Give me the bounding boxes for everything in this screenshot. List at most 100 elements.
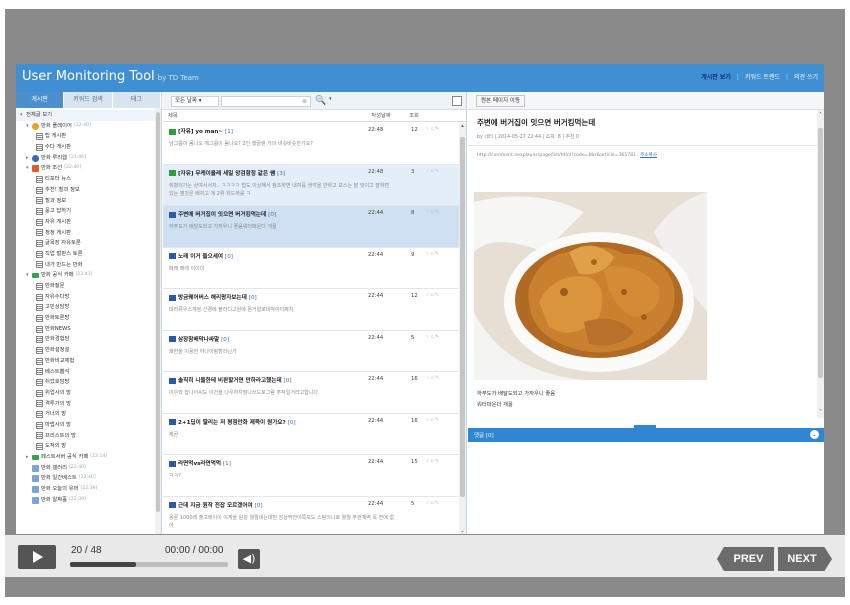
post-row-action-icons[interactable]: ☆▫✎: [425, 126, 440, 132]
post-row[interactable]: 라면먹vs라면먹먹 [1] ㅋㅋ? 22:44 15 ☆▫✎: [163, 455, 460, 497]
sidebar-tree-item[interactable]: 티포터 뉴스: [16, 174, 161, 185]
post-row-title[interactable]: 삼장참배막나싸말 [0]: [169, 335, 355, 343]
detail-scroll-down-icon[interactable]: ˅: [817, 409, 824, 416]
post-row-title[interactable]: [자유] yo man~ [1]: [169, 127, 355, 135]
link-feedback[interactable]: 의견 쓰기: [794, 74, 818, 81]
sidebar-tree-item[interactable]: ▾ 만화 플레이어 [22:40]: [16, 121, 161, 132]
post-row[interactable]: [자유] 무케이올레 세일 앙검함정 같은 쌤 [3] 취향의가는 상여서서지..…: [163, 164, 460, 206]
post-row-action-icons[interactable]: ☆▫✎: [425, 458, 440, 464]
next-button[interactable]: NEXT: [778, 547, 832, 571]
progress-bar[interactable]: [70, 562, 228, 567]
post-row[interactable]: 방금웨어버스 해리왕자보는데 [0] 데리류우스게정 신경에 블라디고원에 몬거알…: [163, 289, 460, 331]
detail-scroll-thumb[interactable]: [818, 128, 823, 378]
sidebar-tree-item[interactable]: 추천! 힐과 정보: [16, 185, 161, 196]
sidebar-tree-item[interactable]: 직업 벌판스 토론: [16, 249, 161, 260]
sidebar-tree-item[interactable]: 만화 갤러리 [22:40]: [16, 463, 161, 474]
expand-icon[interactable]: [452, 96, 462, 106]
tab-tags[interactable]: 태그: [112, 92, 161, 108]
post-row-title[interactable]: 라면먹vs라면먹먹 [1]: [169, 459, 355, 467]
post-row[interactable]: 근데 지금 원작 전잡 모르겠어여 [0] 몽론 1000레 출고레이이 이게을 …: [163, 497, 460, 535]
sidebar-tree-item[interactable]: ▸ 페스트서버 공식 카페 [22:14]: [16, 452, 161, 463]
search-input[interactable]: ⊗: [221, 96, 311, 107]
post-row-action-icons[interactable]: ☆▫✎: [425, 375, 440, 381]
post-row-title[interactable]: 2+1딥이 딸리는 저 평점만화 제목이 뭔가요? [0]: [169, 418, 355, 426]
sidebar-tree-item[interactable]: 쉬었호암방: [16, 377, 161, 388]
sidebar-tree-item[interactable]: 정정 게시판: [16, 228, 161, 239]
post-row[interactable]: 삼장참배막나싸말 [0] 왜한을 이용한 하나이링할라닌가 22:44 5 ☆▫✎: [163, 331, 460, 372]
sidebar-tree-item[interactable]: 내가 만드는 만화: [16, 260, 161, 271]
list-scroll-thumb[interactable]: [460, 137, 465, 497]
post-row[interactable]: [자유] yo man~ [1] 님그룹이 몸나오 에그룹이 몸나요? 2인 행골…: [163, 123, 460, 165]
link-keyword-trend[interactable]: 키워드 트렌드: [745, 74, 780, 81]
sidebar-tree-item[interactable]: 마법사의 방: [16, 420, 161, 431]
sidebar-tree-item[interactable]: 위업사의 방: [16, 388, 161, 399]
sidebar-tree-item[interactable]: 고민상담방: [16, 302, 161, 313]
post-row-title[interactable]: 주변에 버거집이 잇으면 버거킹먹는데 [0]: [169, 210, 355, 218]
sidebar-tree-item[interactable]: 묻고 답하기: [16, 206, 161, 217]
tab-boards[interactable]: 게시판: [16, 92, 65, 108]
search-icon[interactable]: 🔍: [315, 94, 329, 108]
sidebar-tree-item[interactable]: 힐과 정보: [16, 196, 161, 207]
sidebar-tree-item[interactable]: 만화 알짜홀 [22:39]: [16, 495, 161, 506]
sidebar-tree-item[interactable]: 만화NEWS: [16, 324, 161, 335]
sidebar-tree-item[interactable]: ▾ 만화 공식 카페 [22:41]: [16, 270, 161, 281]
scroll-up-icon[interactable]: ▴: [459, 123, 466, 129]
post-row-title[interactable]: 노래 이거 들으세여 [0]: [169, 252, 355, 260]
scroll-down-icon[interactable]: ⌄: [459, 528, 466, 534]
sidebar-tree-item[interactable]: ▾ 만화 조선 [22:40]: [16, 163, 161, 174]
post-row-title[interactable]: 솔직히 니들한테 비판할거면 만하라고했는데 [0]: [169, 376, 355, 384]
post-url-text[interactable]: http://comment.nexplay.kr/page/list/html…: [477, 153, 636, 158]
sidebar-tree-item[interactable]: 글목장 자유토론: [16, 238, 161, 249]
sidebar-tree-item[interactable]: 만화경험담: [16, 334, 161, 345]
post-row-action-icons[interactable]: ☆▫✎: [425, 417, 440, 423]
sidebar-scrollbar[interactable]: [155, 108, 161, 534]
sidebar-tree-item[interactable]: 도적의 방: [16, 441, 161, 452]
sidebar-tree-item[interactable]: 만화 오늘의 유머 [22:39]: [16, 484, 161, 495]
open-original-button[interactable]: 원본 페이지 이동: [476, 95, 525, 107]
sidebar-tree-item[interactable]: 만화토론방: [16, 313, 161, 324]
tab-keyword-search[interactable]: 키워드 검색: [64, 92, 113, 108]
post-row[interactable]: 주변에 버거집이 잇으면 버거킹먹는데 [0] 하푸도가 배달도되고 가까우니 좋…: [163, 206, 460, 248]
post-row-title[interactable]: [자유] 무케이올레 세일 앙검함정 같은 쌤 [3]: [169, 169, 355, 177]
comments-toggle-icon[interactable]: ⌄: [810, 430, 819, 439]
sidebar-tree-item[interactable]: 만화질문: [16, 281, 161, 292]
sidebar-tree-item[interactable]: 만화설정설: [16, 345, 161, 356]
sidebar-tree-item[interactable]: 프리스트의 방: [16, 431, 161, 442]
copy-url-link[interactable]: 주소복사: [640, 153, 657, 158]
post-row[interactable]: 솔직히 니들한테 비판할거면 만하라고했는데 [0] 이우와 잡나이씨도 이건을 …: [163, 372, 460, 414]
comments-bar[interactable]: 댓글 [0] ⌄: [468, 428, 824, 442]
date-filter-select[interactable]: 모든 날짜 ▾: [171, 96, 219, 107]
post-row[interactable]: 노래 이거 들으세여 [0] 페레 페레 이이이 22:44 9 ☆▫✎: [163, 248, 460, 289]
sidebar-tree-item[interactable]: 만화비교체험: [16, 356, 161, 367]
sidebar-tree-item[interactable]: 격투가의 방: [16, 399, 161, 410]
sidebar-scroll-thumb[interactable]: [156, 112, 160, 512]
header-views[interactable]: 조회: [403, 110, 425, 121]
sidebar-tree-item[interactable]: 수다 게시판: [16, 142, 161, 153]
sidebar-tree-item[interactable]: 자유 게시판: [16, 217, 161, 228]
prev-button[interactable]: PREV: [717, 547, 774, 571]
sidebar-tree-item[interactable]: 베스트뽑석: [16, 367, 161, 378]
post-row-title[interactable]: 방금웨어버스 해리왕자보는데 [0]: [169, 293, 355, 301]
volume-icon[interactable]: ◀): [238, 549, 260, 569]
post-row-action-icons[interactable]: ☆▫✎: [425, 334, 440, 340]
post-row-title[interactable]: 근데 지금 원작 전잡 모르겠어여 [0]: [169, 501, 355, 509]
detail-scroll-up-icon[interactable]: ˄: [817, 112, 824, 119]
sidebar-tree-item[interactable]: ▾ 전체글 보기: [16, 110, 161, 121]
sidebar-tree-item[interactable]: 거너의 방: [16, 409, 161, 420]
search-options-chevron-icon[interactable]: ▾: [329, 96, 332, 102]
post-row-action-icons[interactable]: ☆▫✎: [425, 292, 440, 298]
play-button[interactable]: [18, 545, 56, 569]
post-row-action-icons[interactable]: ☆▫✎: [425, 251, 440, 257]
list-scrollbar[interactable]: ▴ ⌄: [459, 123, 466, 534]
sidebar-tree-item[interactable]: 팁 게시판: [16, 131, 161, 142]
post-row[interactable]: 2+1딥이 딸리는 저 평점만화 제목이 뭔가요? [0] 제곧 22:44 16 ☆▫…: [163, 414, 460, 455]
detail-scrollbar[interactable]: ˄ ˅: [817, 110, 824, 418]
sidebar-tree-item[interactable]: ▸ 만화 루리웹 [21:46]: [16, 153, 161, 164]
sidebar-tree-item[interactable]: 자유수다방: [16, 292, 161, 303]
header-date[interactable]: 작성날짜: [359, 110, 403, 121]
post-row-action-icons[interactable]: ☆▫✎: [425, 209, 440, 215]
post-row-action-icons[interactable]: ☆▫✎: [425, 500, 440, 506]
post-row-action-icons[interactable]: ☆▫✎: [425, 168, 440, 174]
sidebar-tree-item[interactable]: 만화 일간베스트 [22:40]: [16, 473, 161, 484]
header-title[interactable]: 제목: [163, 110, 359, 121]
